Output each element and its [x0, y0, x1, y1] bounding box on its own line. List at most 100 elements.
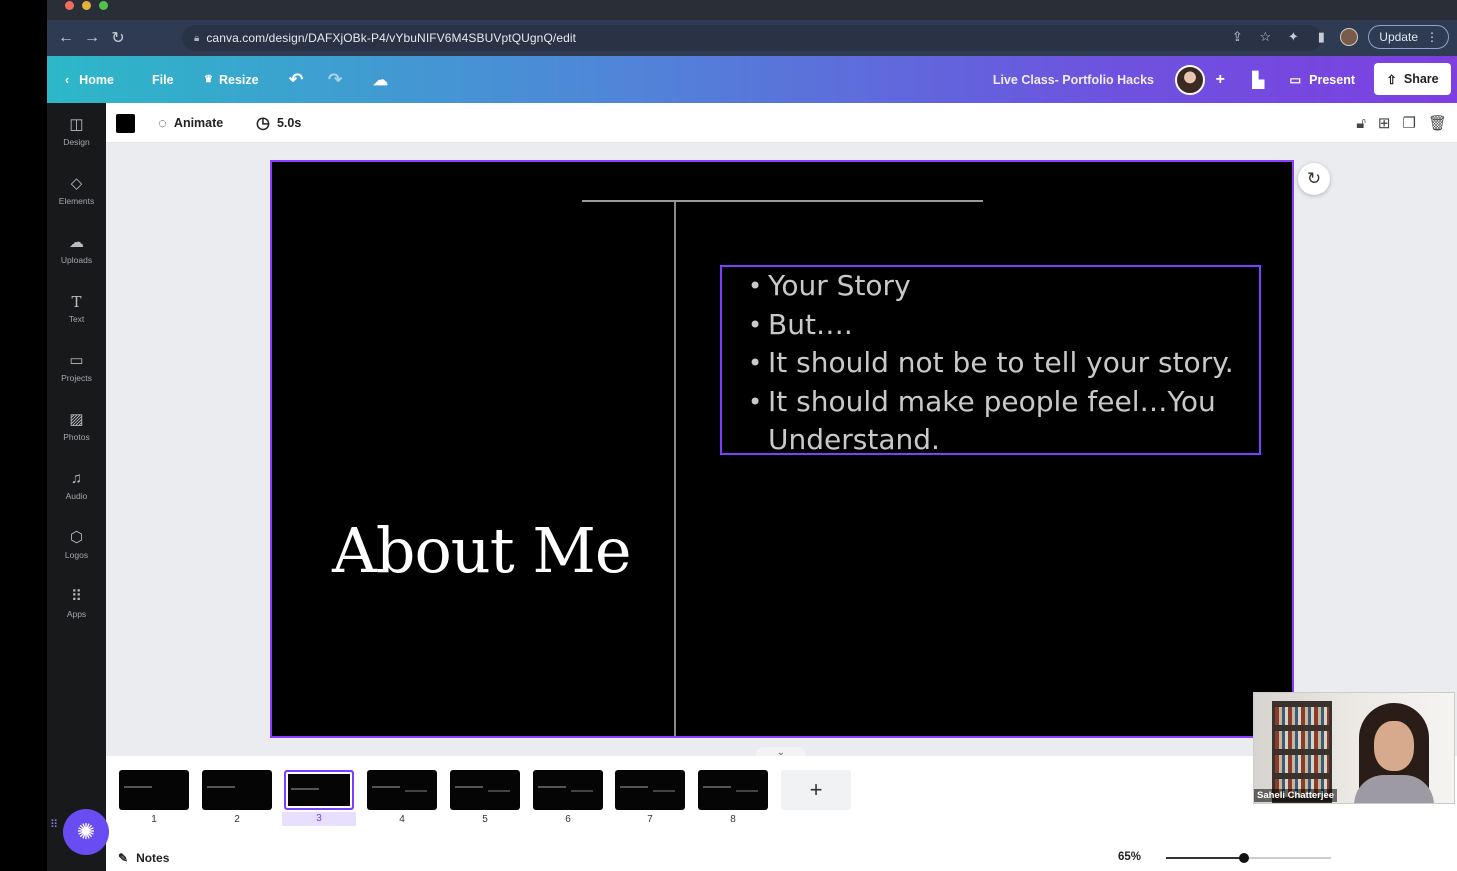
file-menu[interactable]: File — [152, 56, 174, 103]
shapes-icon: ◇ — [70, 175, 83, 192]
sidebar-item-label: Logos — [64, 550, 89, 560]
collaborator-avatar[interactable] — [1175, 65, 1205, 95]
update-button[interactable]: Update ⋮ — [1368, 25, 1449, 49]
zoom-slider-fill — [1166, 857, 1244, 859]
zoom-level[interactable]: 65% — [1118, 851, 1141, 863]
design-title[interactable]: Live Class- Portfolio Hacks — [993, 56, 1154, 103]
add-page-button[interactable]: + — [781, 770, 851, 810]
url-text: canva.com/design/DAFXjOBk-P4/vYbuNIFV6M4… — [206, 31, 577, 45]
shelf-books — [1275, 755, 1329, 773]
bullet-list: Your Story But…. It should not be to tel… — [748, 267, 1239, 460]
editor-footer: ✎ Notes 65% — [106, 844, 1457, 871]
thumb-text-line — [124, 786, 152, 788]
share-button[interactable]: ⇧ Share — [1374, 63, 1451, 95]
close-window-button[interactable] — [65, 1, 74, 10]
notes-button[interactable]: ✎ Notes — [118, 844, 169, 871]
presenter — [1354, 703, 1434, 803]
participant-name: Saheli Chatterjee — [1254, 789, 1338, 802]
magic-assistant-icon[interactable]: ✺ — [63, 809, 109, 855]
page-number: 6 — [565, 814, 571, 825]
duplicate-page-icon[interactable]: ❐ — [1403, 114, 1416, 132]
minimize-window-button[interactable] — [82, 1, 91, 10]
thumb-text-line — [291, 788, 319, 790]
redo-icon[interactable]: ↷ — [328, 56, 342, 103]
upload-share-icon: ⇧ — [1386, 72, 1397, 87]
thumb-text-line — [455, 786, 483, 788]
zoom-window-button[interactable] — [99, 1, 108, 10]
duration-button[interactable]: ◷ 5.0s — [256, 103, 301, 143]
folder-icon: ▭ — [69, 352, 84, 369]
sidebar-item-photos[interactable]: ▨ Photos — [47, 402, 106, 452]
image-icon: ▨ — [69, 411, 84, 428]
sidebar-item-uploads[interactable]: ☁ Uploads — [47, 225, 106, 275]
sidebar-item-audio[interactable]: ♫ Audio — [47, 461, 106, 511]
sidebar-item-text[interactable]: T Text — [47, 284, 106, 334]
present-icon: ▭ — [1289, 73, 1302, 87]
drag-handle-icon[interactable]: ⠿ — [50, 820, 58, 831]
page-thumbnail-6[interactable] — [533, 770, 603, 810]
lock-icon[interactable]: 🔓︎ — [1356, 115, 1366, 132]
sidebar-item-design[interactable]: ◫ Design — [47, 107, 106, 157]
cloud-saved-icon[interactable]: ☁ — [373, 56, 388, 103]
sidebar-item-elements[interactable]: ◇ Elements — [47, 166, 106, 216]
grid-icon: ⠿ — [71, 588, 82, 605]
sidebar-item-projects[interactable]: ▭ Projects — [47, 343, 106, 393]
bullet-item: But…. — [748, 306, 1239, 345]
selected-textbox[interactable]: Your Story But…. It should not be to tel… — [720, 265, 1261, 456]
page-thumbnail-5[interactable] — [450, 770, 520, 810]
page-thumbnail-4[interactable] — [367, 770, 437, 810]
thumb-text-line — [653, 790, 675, 792]
back-icon[interactable]: ← — [53, 29, 79, 47]
resize-button[interactable]: ♛ Resize — [204, 56, 259, 103]
reload-icon[interactable]: ↻ — [105, 28, 131, 48]
sidebar-item-apps[interactable]: ⠿ Apps — [47, 579, 106, 629]
text-color-swatch[interactable] — [116, 114, 135, 133]
duration-label: 5.0s — [276, 116, 302, 130]
animate-label: Animate — [173, 116, 224, 130]
sidebar-item-label: Photos — [63, 432, 90, 442]
address-bar[interactable]: 🔒︎ canva.com/design/DAFXjOBk-P4/vYbuNIFV… — [182, 25, 1322, 51]
refresh-icon[interactable]: ↻ — [1298, 163, 1330, 195]
update-label: Update — [1379, 30, 1418, 44]
undo-icon[interactable]: ↶ — [289, 56, 303, 103]
present-button[interactable]: ▭ Present — [1289, 56, 1355, 103]
sidebar-item-label: Audio — [65, 491, 88, 501]
notes-icon: ✎ — [118, 850, 129, 865]
add-collaborator-icon[interactable]: + — [1216, 56, 1225, 103]
sidebar-item-label: Design — [63, 137, 90, 147]
bookmark-star-icon[interactable]: ☆ — [1256, 29, 1274, 45]
page-thumbnail-1[interactable] — [119, 770, 189, 810]
slide-canvas[interactable]: About Me Your Story But…. It should not … — [270, 160, 1294, 738]
horizontal-divider[interactable] — [582, 200, 983, 202]
profile-avatar[interactable] — [1340, 28, 1359, 46]
trash-icon[interactable]: 🗑︎ — [1428, 114, 1447, 132]
thumb-text-line — [703, 786, 731, 788]
page-thumbnail-7[interactable] — [615, 770, 685, 810]
page-thumbnail-8[interactable] — [698, 770, 768, 810]
home-button[interactable]: ‹ Home — [65, 56, 114, 103]
thumb-text-line — [405, 790, 427, 792]
extensions-icon[interactable]: ✦ — [1284, 29, 1302, 45]
page-thumbnail-3[interactable] — [284, 770, 354, 810]
slide-title[interactable]: About Me — [332, 514, 632, 587]
sidepanel-icon[interactable]: ▮ — [1312, 29, 1330, 45]
page-number: 4 — [399, 814, 405, 825]
zoom-slider[interactable] — [1166, 853, 1331, 863]
sidebar-item-logos[interactable]: ⬡ Logos — [47, 520, 106, 570]
page-number: 2 — [234, 814, 240, 825]
sidebar-item-label: Text — [68, 314, 85, 324]
side-panel-tabs: ◫ Design ◇ Elements ☁ Uploads T Text ▭ P… — [47, 103, 106, 871]
sidebar-item-label: Elements — [58, 196, 95, 206]
insights-chart-icon[interactable]: ▙ — [1252, 56, 1264, 103]
music-icon: ♫ — [70, 470, 83, 487]
animate-button[interactable]: ◌ Animate — [158, 103, 223, 143]
zoom-slider-handle[interactable] — [1238, 853, 1249, 863]
thumb-text-line — [736, 790, 758, 792]
share-page-icon[interactable]: ⇪ — [1228, 29, 1246, 45]
page-thumbnail-2[interactable] — [202, 770, 272, 810]
vertical-divider[interactable] — [674, 202, 676, 736]
thumb-text-line — [538, 786, 566, 788]
add-page-icon[interactable]: ⊞ — [1378, 114, 1391, 132]
lock-icon: 🔒︎ — [194, 32, 200, 44]
forward-icon[interactable]: → — [79, 29, 105, 47]
